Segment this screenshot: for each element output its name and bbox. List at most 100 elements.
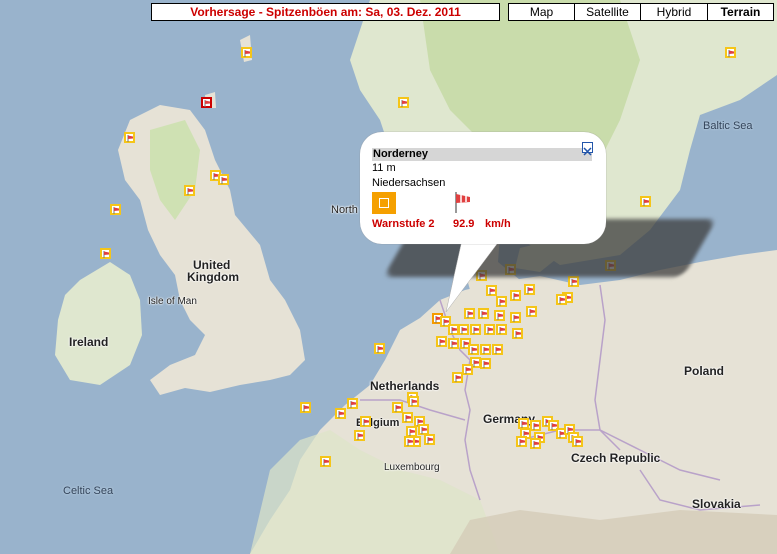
station-marker[interactable] <box>492 344 503 355</box>
windsock-icon <box>527 287 533 294</box>
windsock-icon <box>187 188 193 195</box>
windsock-icon <box>427 437 433 444</box>
station-marker[interactable] <box>398 97 409 108</box>
windsock-icon <box>465 367 471 374</box>
windsock-icon <box>113 207 119 214</box>
maptype-satellite-button[interactable]: Satellite <box>574 3 641 21</box>
gust-value: 92.9 <box>453 218 475 230</box>
station-marker[interactable] <box>218 174 229 185</box>
station-marker[interactable] <box>424 434 435 445</box>
label-poland: Poland <box>684 364 725 378</box>
windsock-icon <box>519 439 525 446</box>
windsock-icon <box>471 347 477 354</box>
windsock-icon <box>411 399 417 406</box>
station-marker[interactable] <box>404 436 415 447</box>
windsock-icon <box>303 405 309 412</box>
windsock-icon <box>497 313 503 320</box>
station-marker[interactable] <box>201 97 212 108</box>
station-marker[interactable] <box>110 204 121 215</box>
windsock-icon <box>221 177 227 184</box>
windsock-icon <box>489 288 495 295</box>
station-marker[interactable] <box>640 196 651 207</box>
station-marker[interactable] <box>510 290 521 301</box>
map-canvas[interactable]: Vorhersage - Spitzenböen am: Sa, 03. Dez… <box>0 0 777 554</box>
station-marker[interactable] <box>448 338 459 349</box>
station-marker[interactable] <box>335 408 346 419</box>
station-marker[interactable] <box>512 328 523 339</box>
station-marker[interactable] <box>402 412 413 423</box>
forecast-title: Vorhersage - Spitzenböen am: Sa, 03. Dez… <box>151 3 500 21</box>
station-marker[interactable] <box>452 372 463 383</box>
station-marker[interactable] <box>530 420 541 431</box>
windsock-icon <box>439 339 445 346</box>
label-isle-of-man: Isle of Man <box>148 296 197 307</box>
station-marker[interactable] <box>486 285 497 296</box>
gust-unit: km/h <box>485 218 511 230</box>
windsock-icon <box>515 331 521 338</box>
station-marker[interactable] <box>100 248 111 259</box>
windsock-icon <box>461 327 467 334</box>
station-marker[interactable] <box>241 47 252 58</box>
station-marker[interactable] <box>300 402 311 413</box>
windsock-icon <box>473 360 479 367</box>
windsock-icon <box>455 375 461 382</box>
station-marker[interactable] <box>478 308 489 319</box>
station-marker[interactable] <box>480 358 491 369</box>
label-czech-republic: Czech Republic <box>571 451 661 465</box>
windsock-icon <box>405 415 411 422</box>
windsock-icon <box>483 361 489 368</box>
station-marker[interactable] <box>462 364 473 375</box>
windsock-icon <box>421 427 427 434</box>
maptype-map-button[interactable]: Map <box>508 3 575 21</box>
station-marker[interactable] <box>354 430 365 441</box>
windsock-icon <box>513 315 519 322</box>
station-marker[interactable] <box>496 296 507 307</box>
station-marker[interactable] <box>436 336 447 347</box>
warning-level-text: Warnstufe 2 <box>372 218 435 230</box>
station-marker[interactable] <box>360 416 371 427</box>
station-marker[interactable] <box>524 284 535 295</box>
station-marker[interactable] <box>530 438 541 449</box>
maptype-terrain-button[interactable]: Terrain <box>707 3 774 21</box>
label-ireland: Ireland <box>69 335 109 349</box>
station-marker[interactable] <box>184 185 195 196</box>
windsock-icon <box>643 199 649 206</box>
windsock-icon <box>395 405 401 412</box>
station-marker[interactable] <box>347 398 358 409</box>
label-netherlands: Netherlands <box>370 379 440 393</box>
station-marker[interactable] <box>480 344 491 355</box>
windsock-icon <box>559 297 565 304</box>
station-marker[interactable] <box>458 324 469 335</box>
station-marker[interactable] <box>374 343 385 354</box>
windsock-icon <box>407 439 413 446</box>
station-marker[interactable] <box>408 396 419 407</box>
station-marker[interactable] <box>494 310 505 321</box>
maptype-hybrid-button[interactable]: Hybrid <box>640 3 708 21</box>
station-marker[interactable] <box>510 312 521 323</box>
windsock-icon <box>728 50 734 57</box>
station-name: Norderney <box>372 148 592 161</box>
windsock-icon <box>350 401 356 408</box>
station-marker[interactable] <box>572 436 583 447</box>
station-marker[interactable] <box>526 306 537 317</box>
station-marker[interactable] <box>725 47 736 58</box>
station-marker[interactable] <box>320 456 331 467</box>
windsock-icon <box>363 419 369 426</box>
station-marker[interactable] <box>124 132 135 143</box>
close-icon[interactable] <box>582 142 593 156</box>
station-marker[interactable] <box>470 324 481 335</box>
windsock-icon <box>499 327 505 334</box>
station-marker[interactable] <box>464 308 475 319</box>
station-marker[interactable] <box>568 276 579 287</box>
station-marker[interactable] <box>556 294 567 305</box>
windsock-icon <box>103 251 109 258</box>
windsock-icon <box>575 439 581 446</box>
station-marker[interactable] <box>496 324 507 335</box>
windsock-icon <box>483 347 489 354</box>
station-marker[interactable] <box>516 436 527 447</box>
station-marker[interactable] <box>484 324 495 335</box>
station-marker[interactable] <box>468 344 479 355</box>
windsock-icon <box>533 441 539 448</box>
windsock-icon <box>467 311 473 318</box>
windsock-icon <box>487 327 493 334</box>
